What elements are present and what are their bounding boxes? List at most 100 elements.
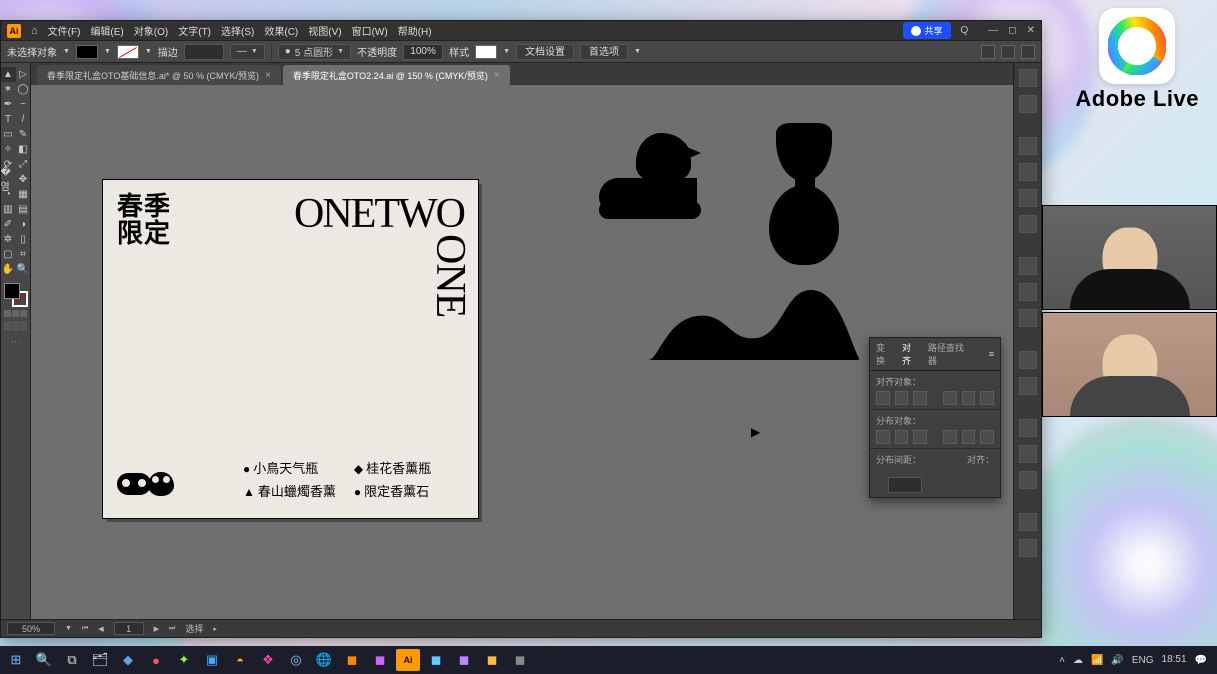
shape-mountain[interactable]	[649, 280, 859, 360]
taskbar-app-generic[interactable]: ◎	[284, 649, 308, 671]
chevron-down-icon[interactable]: ▼	[634, 48, 641, 55]
dist-hcenter-icon[interactable]	[962, 430, 976, 444]
search-icon[interactable]: Q	[961, 25, 969, 36]
panel-properties-icon[interactable]	[1019, 69, 1037, 87]
panel-tab-pathfinder[interactable]: 路径查找器	[928, 341, 973, 367]
close-icon[interactable]: ×	[494, 70, 500, 81]
stroke-profile-drop[interactable]: —▼	[230, 44, 265, 60]
zoom-input[interactable]: 50%	[7, 622, 55, 635]
menu-object[interactable]: 对象(O)	[134, 23, 168, 38]
eraser-tool-icon[interactable]: ◧	[16, 142, 31, 157]
shaper-tool-icon[interactable]: ✧	[1, 142, 16, 157]
brush-drop[interactable]: ●5 点圆形▼	[278, 44, 351, 60]
taskbar-app-illustrator[interactable]: Ai	[396, 649, 420, 671]
align-top-icon[interactable]	[943, 391, 957, 405]
align-vcenter-icon[interactable]	[962, 391, 976, 405]
window-close-icon[interactable]: ✕	[1027, 25, 1035, 36]
taskbar-app-generic[interactable]: ◆	[116, 649, 140, 671]
ctrl-opacity-label[interactable]: 不透明度	[357, 44, 397, 59]
ctrl-stroke-label[interactable]: 描边	[158, 44, 178, 59]
artboard-nav-input[interactable]: 1	[114, 622, 144, 635]
gradient-tool-icon[interactable]: ▤	[16, 202, 31, 217]
menu-select[interactable]: 选择(S)	[221, 23, 254, 38]
home-icon[interactable]: ⌂	[31, 25, 38, 37]
eyedropper-tool-icon[interactable]: ✐	[1, 217, 16, 232]
shape-builder-tool-icon[interactable]: ◔	[1, 187, 16, 202]
panel-brushes-icon[interactable]	[1019, 189, 1037, 207]
start-button[interactable]: ⊞	[4, 649, 28, 671]
menu-effect[interactable]: 效果(C)	[264, 23, 298, 38]
pen-tool-icon[interactable]: ✒	[1, 97, 16, 112]
panel-artboards-icon[interactable]	[1019, 539, 1037, 557]
panel-tab-align[interactable]: 对齐	[902, 341, 920, 367]
tray-chevron-icon[interactable]: ˄	[1059, 655, 1065, 666]
mesh-tool-icon[interactable]: ▥	[1, 202, 16, 217]
panel-transform-icon[interactable]	[1019, 445, 1037, 463]
free-transform-tool-icon[interactable]: ✥	[16, 172, 31, 187]
taskbar-app-generic[interactable]: ◼	[508, 649, 532, 671]
shape-vase-bottom[interactable]	[769, 185, 839, 265]
selection-tool-icon[interactable]: ▲	[1, 67, 16, 82]
panel-stroke-icon[interactable]	[1019, 257, 1037, 275]
panel-pathfinder-icon[interactable]	[1019, 471, 1037, 489]
canvas[interactable]: 春季 限定 ONETWO ONE 小鳥天气瓶 桂花香薰瓶 春山蠟燭香薰 限定香薰…	[31, 85, 1013, 619]
dist-bottom-icon[interactable]	[913, 430, 927, 444]
menu-edit[interactable]: 编辑(E)	[90, 23, 123, 38]
taskbar-app-generic[interactable]: ❖	[256, 649, 280, 671]
nav-next-icon[interactable]: ▶	[154, 625, 159, 633]
taskbar-app-generic[interactable]: ◼	[340, 649, 364, 671]
system-tray[interactable]: ˄ ☁ 📶 🔊 ENG 18:51 💬	[1059, 655, 1213, 666]
panel-transparency-icon[interactable]	[1019, 309, 1037, 327]
tray-notifications-icon[interactable]: 💬	[1195, 655, 1207, 666]
scale-tool-icon[interactable]: ⤢	[16, 157, 31, 172]
style-swatch[interactable]	[475, 45, 497, 59]
symbol-tool-icon[interactable]: ✲	[1, 232, 16, 247]
window-min-icon[interactable]: —	[988, 25, 998, 36]
opacity-input[interactable]: 100%	[403, 44, 443, 60]
tray-volume-icon[interactable]: 🔊	[1111, 655, 1123, 666]
shape-bird-base[interactable]	[599, 201, 701, 219]
panel-asset-export-icon[interactable]	[1019, 513, 1037, 531]
panel-symbols-icon[interactable]	[1019, 215, 1037, 233]
taskbar-app-generic[interactable]: ◓	[228, 649, 252, 671]
tray-clock[interactable]: 18:51	[1162, 655, 1187, 665]
align-left-icon[interactable]	[876, 391, 890, 405]
doc-tab[interactable]: 春季限定礼盒OTO基础信息.ai* @ 50 % (CMYK/预览)×	[37, 65, 281, 85]
panel-align-icon[interactable]	[1019, 419, 1037, 437]
curvature-tool-icon[interactable]: ~	[16, 97, 31, 112]
screen-mode-icons[interactable]	[4, 321, 27, 331]
window-max-icon[interactable]: ◻	[1008, 25, 1016, 36]
menu-window[interactable]: 窗口(W)	[352, 23, 388, 38]
line-tool-icon[interactable]: /	[16, 112, 31, 127]
align-right-icon[interactable]	[913, 391, 927, 405]
menu-file[interactable]: 文件(F)	[48, 23, 81, 38]
chevron-right-icon[interactable]: ▸	[213, 625, 217, 633]
perspective-tool-icon[interactable]: ▦	[16, 187, 31, 202]
ctrl-icon[interactable]	[1001, 45, 1015, 59]
stroke-swatch[interactable]	[117, 45, 139, 59]
ctrl-icon[interactable]	[981, 45, 995, 59]
shape-vase-top[interactable]	[776, 123, 832, 181]
brush-tool-icon[interactable]: ✎	[16, 127, 31, 142]
panel-menu-icon[interactable]: ≡	[989, 349, 994, 359]
panel-layers-icon[interactable]	[1019, 95, 1037, 113]
share-button[interactable]: 共享	[903, 22, 951, 39]
taskbar-app-generic[interactable]: ◼	[452, 649, 476, 671]
blend-tool-icon[interactable]: ◑	[16, 217, 31, 232]
panel-tab-transform[interactable]: 变换	[876, 341, 894, 367]
taskbar-app-chrome[interactable]: 🌐	[312, 649, 336, 671]
lasso-tool-icon[interactable]: ◯	[16, 82, 31, 97]
ctrl-style-label[interactable]: 样式	[449, 44, 469, 59]
dist-vcenter-icon[interactable]	[895, 430, 909, 444]
nav-prev-icon[interactable]: ◀	[98, 625, 103, 633]
doc-tab[interactable]: 春季限定礼盒OTO2.24.ai @ 150 % (CMYK/预览)×	[283, 65, 510, 85]
close-icon[interactable]: ×	[265, 70, 271, 81]
nav-last-icon[interactable]: ⏭	[169, 625, 175, 633]
hand-tool-icon[interactable]: ✋	[1, 262, 16, 277]
ctrl-icon[interactable]	[1021, 45, 1035, 59]
tray-lang[interactable]: ENG	[1132, 655, 1154, 666]
type-tool-icon[interactable]: T	[1, 112, 16, 127]
direct-select-tool-icon[interactable]: ▷	[16, 67, 31, 82]
rect-tool-icon[interactable]: ▭	[1, 127, 16, 142]
panel-gradient-icon[interactable]	[1019, 283, 1037, 301]
